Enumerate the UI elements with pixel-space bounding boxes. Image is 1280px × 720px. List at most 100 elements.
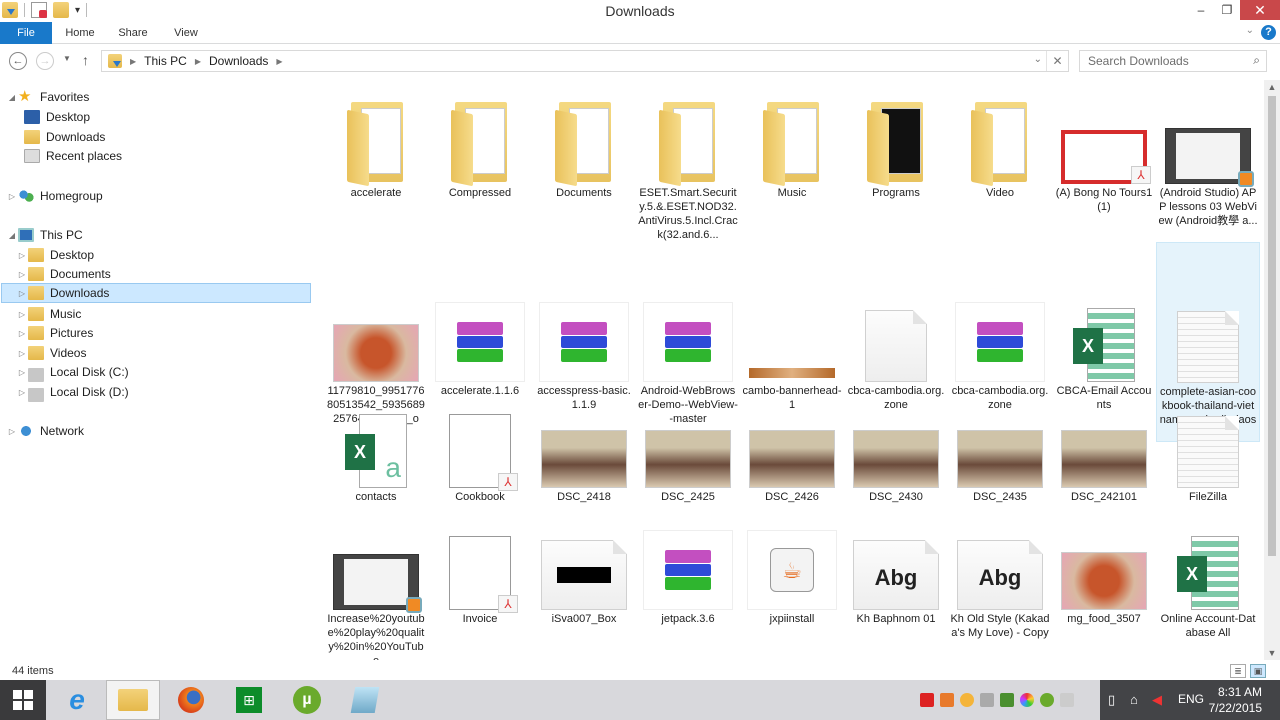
up-button[interactable]: ↑ [82,52,89,68]
file-item[interactable]: DSC_2425 [636,392,740,504]
file-item[interactable]: Xa contacts [324,392,428,504]
sidebar-network[interactable]: ▷ Network [6,421,84,441]
sidebar-item-pc-downloads[interactable]: ▷ Downloads [1,283,311,303]
volume-muted-icon[interactable]: ◀ [1152,692,1162,708]
tray-download-manager-icon[interactable] [1000,693,1014,707]
file-item[interactable]: FileZilla [1156,392,1260,504]
breadcrumb-separator-icon[interactable]: ▶ [276,57,282,66]
file-item[interactable]: DSC_2435 [948,392,1052,504]
sidebar-this-pc[interactable]: ◢ This PC [6,225,83,245]
tray-java-icon[interactable] [940,693,954,707]
large-icons-view-icon[interactable]: ▣ [1250,664,1266,678]
vertical-scrollbar[interactable]: ▲ ▼ [1264,80,1280,660]
file-item[interactable]: accelerate [324,84,428,200]
file-item[interactable]: Abg Kh Old Style (Kakada's My Love) - Cop… [948,500,1052,640]
scrollbar-thumb[interactable] [1268,96,1276,556]
minimize-button[interactable]: – [1188,0,1214,20]
breadcrumb-separator-icon[interactable]: ▶ [130,57,136,66]
file-item[interactable]: cambo-bannerhead-1 [740,242,844,412]
expand-ribbon-chevron-icon[interactable]: ⌄ [1246,25,1254,36]
collapse-arrow-icon[interactable]: ◢ [6,93,18,102]
tray-action-center-flag-icon[interactable] [1060,693,1074,707]
internet-explorer-button[interactable]: e [50,680,104,720]
search-input[interactable]: Search Downloads ⌕ [1079,50,1267,72]
file-item[interactable]: ☕ jxpiinstall [740,500,844,626]
collapse-arrow-icon[interactable]: ◢ [6,231,18,240]
file-item[interactable]: accelerate.1.1.6 [428,242,532,398]
tray-color-icon[interactable] [1020,693,1034,707]
sidebar-item-pictures[interactable]: ▷ Pictures [16,323,93,343]
recent-locations-dropdown[interactable]: ▼ [63,54,71,63]
file-item[interactable]: (Android Studio) APP lessons 03 WebView … [1156,84,1260,228]
expand-arrow-icon[interactable]: ▷ [16,368,28,377]
breadcrumb-downloads[interactable]: Downloads [209,54,268,68]
file-item[interactable]: Programs [844,84,948,200]
store-button[interactable]: ⊞ [222,680,276,720]
firefox-button[interactable] [164,680,218,720]
tab-file[interactable]: File [0,22,52,44]
search-icon[interactable]: ⌕ [1253,53,1260,68]
back-button[interactable]: ← [9,52,27,70]
file-item[interactable]: ⅄ Invoice [428,500,532,626]
expand-arrow-icon[interactable]: ▷ [16,349,28,358]
file-item[interactable]: ⅄ (A) Bong No Tours1(1) [1052,84,1156,214]
sidebar-item-desktop[interactable]: Desktop [24,107,90,127]
address-bar[interactable]: ▶ This PC ▶ Downloads ▶ ⌄ ✕ [101,50,1069,72]
details-view-icon[interactable]: ≣ [1230,664,1246,678]
breadcrumb-this-pc[interactable]: This PC [144,54,187,68]
file-item[interactable]: Video [948,84,1052,200]
sidebar-item-documents[interactable]: ▷ Documents [16,264,111,284]
clock[interactable]: 8:31 AM 7/22/2015 [1209,684,1262,716]
close-button[interactable]: ✕ [1240,0,1280,20]
expand-arrow-icon[interactable]: ▷ [6,427,18,436]
file-item[interactable]: X CBCA-Email Accounts [1052,242,1156,412]
scroll-down-icon[interactable]: ▼ [1264,648,1280,658]
network-status-icon[interactable]: ⌂ [1130,692,1138,707]
tray-keyboard-icon[interactable] [980,693,994,707]
file-explorer-button[interactable] [106,680,160,720]
tab-share[interactable]: Share [110,22,156,44]
file-item[interactable]: Compressed [428,84,532,200]
file-item[interactable]: DSC_2418 [532,392,636,504]
file-item[interactable]: cbca-cambodia.org.zone [948,242,1052,412]
expand-arrow-icon[interactable]: ▷ [16,251,28,260]
file-item[interactable]: DSC_242101 [1052,392,1156,504]
sidebar-item-videos[interactable]: ▷ Videos [16,343,86,363]
file-item[interactable]: jetpack.3.6 [636,500,740,626]
tray-app-icon[interactable] [920,693,934,707]
sidebar-homegroup[interactable]: ▷ Homegroup [6,186,103,206]
restore-button[interactable]: ❐ [1214,0,1240,20]
input-language[interactable]: ENG [1178,692,1204,706]
file-item[interactable]: Increase%20youtube%20play%20quality%20in… [324,500,428,660]
expand-arrow-icon[interactable]: ▷ [16,329,28,338]
file-item[interactable]: ⅄ Cookbook [428,392,532,504]
scroll-up-icon[interactable]: ▲ [1264,82,1280,92]
sidebar-item-pc-desktop[interactable]: ▷ Desktop [16,245,94,265]
battery-icon[interactable]: ▯ [1108,692,1115,708]
sidebar-item-recent-places[interactable]: Recent places [24,146,122,166]
sidebar-item-music[interactable]: ▷ Music [16,304,81,324]
sidebar-item-local-disk-d[interactable]: ▷ Local Disk (D:) [16,382,129,402]
file-item[interactable]: DSC_2426 [740,392,844,504]
file-item[interactable]: cbca-cambodia.org.zone [844,242,948,412]
file-item[interactable]: Documents [532,84,636,200]
forward-button[interactable]: → [36,52,54,70]
file-item[interactable]: Abg Kh Baphnom 01 [844,500,948,626]
sidebar-item-downloads[interactable]: Downloads [24,127,105,147]
file-item[interactable]: mg_food_3507 [1052,500,1156,626]
notepad-button[interactable] [338,680,392,720]
start-button[interactable] [0,680,46,720]
file-item[interactable]: DSC_2430 [844,392,948,504]
tray-avast-icon[interactable] [960,693,974,707]
expand-arrow-icon[interactable]: ▷ [16,270,28,279]
expand-arrow-icon[interactable]: ▷ [16,310,28,319]
file-item[interactable]: iSva007_Box [532,500,636,626]
file-item[interactable]: ESET.Smart.Security.5.&.ESET.NOD32.AntiV… [636,84,740,242]
file-item[interactable]: Music [740,84,844,200]
expand-arrow-icon[interactable]: ▷ [16,289,28,298]
sidebar-item-local-disk-c[interactable]: ▷ Local Disk (C:) [16,362,129,382]
tray-utorrent-icon[interactable] [1040,693,1054,707]
tab-view[interactable]: View [164,22,208,44]
utorrent-button[interactable]: µ [280,680,334,720]
clear-address-icon[interactable]: ✕ [1046,51,1068,71]
